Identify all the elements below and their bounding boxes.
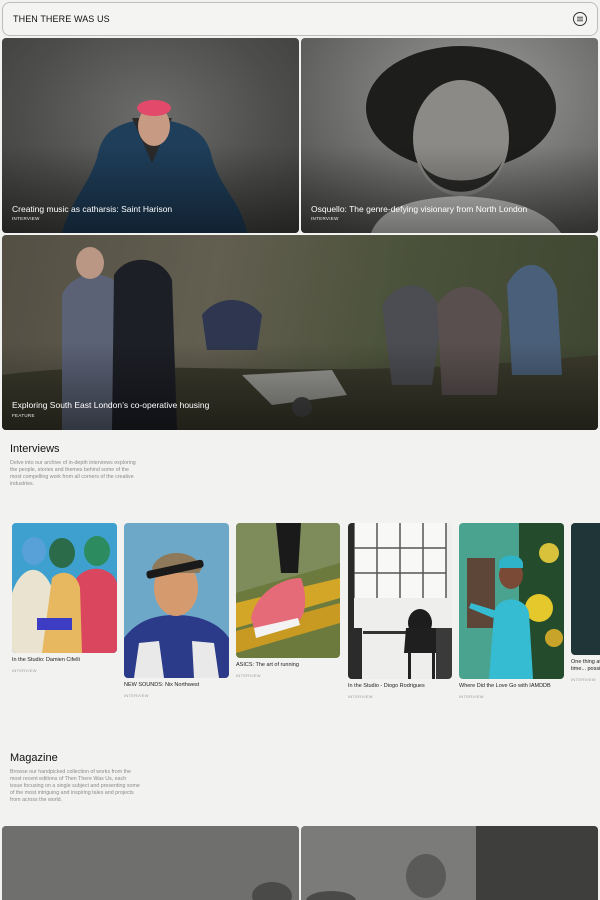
hero-card-co-operative-housing[interactable]: Exploring South East London’s co-operati… xyxy=(2,235,598,430)
hero-title[interactable]: Exploring South East London’s co-operati… xyxy=(12,400,209,410)
interviews-heading[interactable]: Interviews xyxy=(10,443,60,455)
interview-card[interactable]: NEW SOUNDS: Nix Northwest INTERVIEW xyxy=(124,523,229,698)
interview-card[interactable]: One thing at a time... possible INTERVIE… xyxy=(571,523,600,682)
menu-icon[interactable] xyxy=(573,12,587,26)
interview-card[interactable]: ASICS: The art of running INTERVIEW xyxy=(236,523,340,678)
magazine-card[interactable] xyxy=(2,826,299,900)
interview-card[interactable]: In the Studio - Diogo Rodrigues INTERVIE… xyxy=(348,523,452,699)
card-tag: INTERVIEW xyxy=(571,677,596,682)
hero-card-osquello[interactable]: Osquello: The genre-defying visionary fr… xyxy=(301,38,598,233)
card-image xyxy=(348,523,452,679)
site-header: THEN THERE WAS US xyxy=(2,2,598,36)
hero-tag: FEATURE xyxy=(12,413,35,418)
interview-card[interactable]: In the Studio: Damien Cifelli INTERVIEW xyxy=(12,523,117,673)
card-image xyxy=(236,523,340,658)
hero-title[interactable]: Osquello: The genre-defying visionary fr… xyxy=(311,204,527,214)
card-title[interactable]: One thing at a time... possible xyxy=(571,659,600,673)
card-tag: INTERVIEW xyxy=(236,673,261,678)
magazine-card[interactable] xyxy=(301,826,598,900)
hero-title[interactable]: Creating music as catharsis: Saint Haris… xyxy=(12,204,172,214)
card-image xyxy=(571,523,600,655)
card-tag: INTERVIEW xyxy=(459,694,484,699)
card-tag: INTERVIEW xyxy=(12,668,37,673)
card-title[interactable]: In the Studio - Diogo Rodrigues xyxy=(348,683,452,690)
magazine-heading[interactable]: Magazine xyxy=(10,752,58,764)
card-tag: INTERVIEW xyxy=(348,694,373,699)
card-title[interactable]: ASICS: The art of running xyxy=(236,662,340,669)
interviews-description: Delve into our archive of in-depth inter… xyxy=(10,460,136,487)
card-title[interactable]: Where Did the Love Go with IAMDDB xyxy=(459,683,564,690)
hero-tag: INTERVIEW xyxy=(311,216,339,221)
card-image xyxy=(12,523,117,653)
interview-card[interactable]: Where Did the Love Go with IAMDDB INTERV… xyxy=(459,523,564,699)
hero-card-saint-harison[interactable]: Creating music as catharsis: Saint Haris… xyxy=(2,38,299,233)
card-tag: INTERVIEW xyxy=(124,693,149,698)
card-image xyxy=(459,523,564,679)
card-image xyxy=(124,523,229,678)
card-title[interactable]: In the Studio: Damien Cifelli xyxy=(12,657,117,664)
card-title[interactable]: NEW SOUNDS: Nix Northwest xyxy=(124,682,229,689)
magazine-description: Browse our handpicked collection of work… xyxy=(10,769,140,803)
site-logo[interactable]: THEN THERE WAS US xyxy=(13,14,110,24)
hero-tag: INTERVIEW xyxy=(12,216,40,221)
